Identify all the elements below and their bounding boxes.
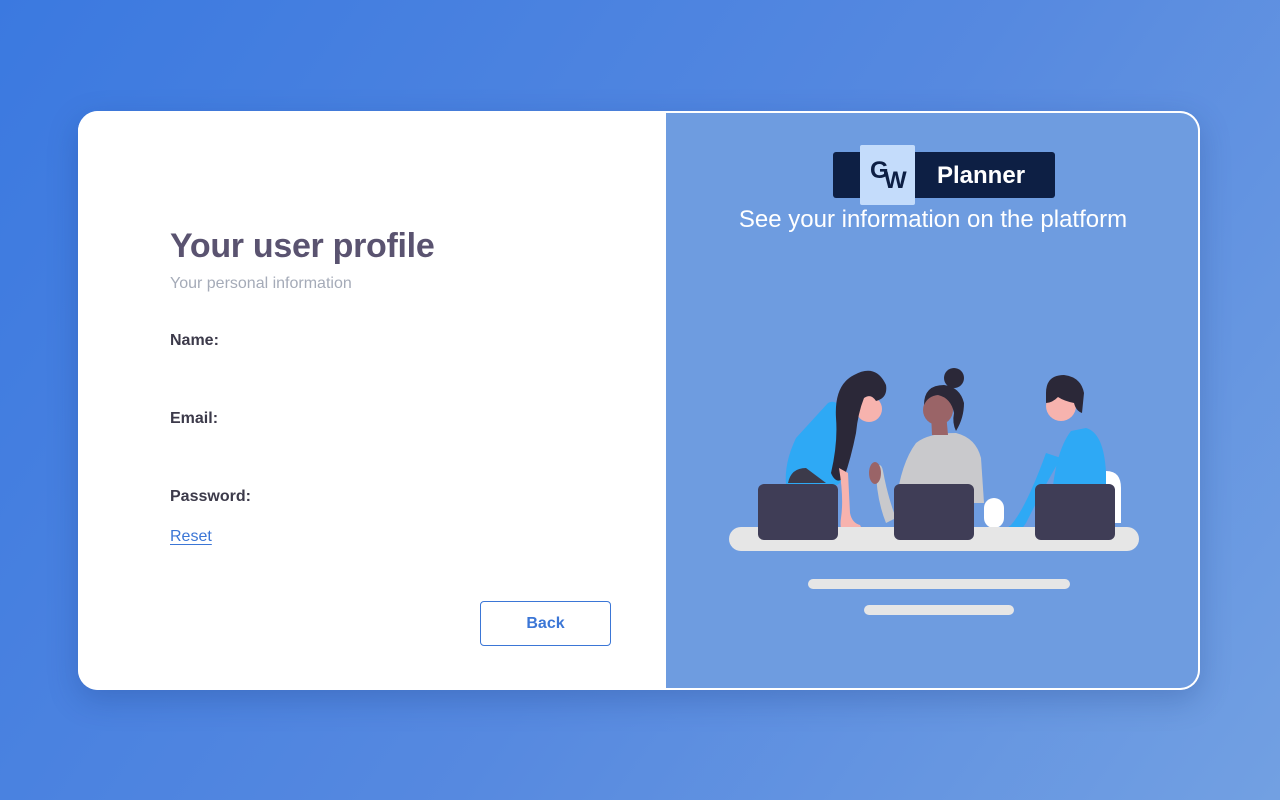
page-title: Your user profile: [170, 227, 435, 265]
profile-panel: Your user profile Your personal informat…: [78, 111, 666, 690]
laptop-right: [1035, 484, 1115, 540]
password-label: Password:: [170, 488, 251, 505]
laptop-left: [758, 484, 838, 540]
page-subtitle: Your personal information: [170, 275, 352, 292]
team-working-illustration: [729, 368, 1139, 615]
caption-line-2: [864, 605, 1014, 615]
name-label: Name:: [170, 332, 219, 349]
caption-line-1: [808, 579, 1070, 589]
back-button[interactable]: Back: [480, 601, 611, 646]
email-label: Email:: [170, 410, 219, 427]
profile-card: Your user profile Your personal informat…: [78, 111, 1200, 690]
laptop-middle: [894, 484, 974, 540]
reset-password-link[interactable]: Reset: [170, 528, 212, 546]
info-panel: G W Planner See your information on the …: [666, 111, 1200, 690]
